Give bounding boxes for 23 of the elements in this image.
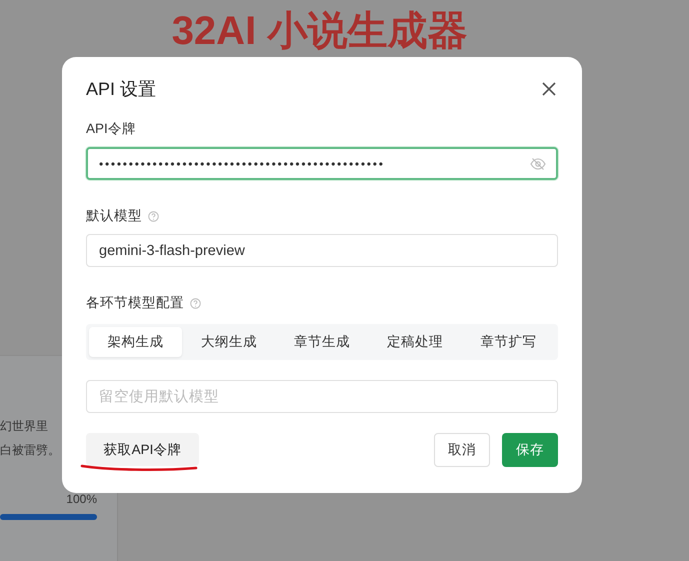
save-button[interactable]: 保存 — [502, 433, 558, 467]
stage-model-field[interactable]: 留空使用默认模型 — [86, 380, 558, 413]
get-token-button[interactable]: 获取API令牌 — [86, 433, 199, 466]
model-field[interactable]: gemini-3-flash-preview — [86, 234, 558, 267]
progress-reading: 100% — [66, 492, 97, 506]
stage-tab[interactable]: 章节扩写 — [462, 327, 556, 357]
close-icon[interactable] — [542, 82, 556, 96]
stage-tab[interactable]: 大纲生成 — [182, 327, 276, 357]
dialog-title: API 设置 — [86, 78, 156, 101]
help-icon[interactable] — [190, 298, 201, 308]
field-label: API令牌 — [86, 120, 136, 138]
field-label: 各环节模型配置 — [86, 294, 184, 312]
cancel-button[interactable]: 取消 — [434, 433, 490, 467]
stage-tab[interactable]: 章节生成 — [275, 327, 369, 357]
field-label: 默认模型 — [86, 207, 142, 225]
eye-slash-icon[interactable] — [530, 157, 546, 171]
help-icon[interactable] — [148, 210, 159, 222]
story-text: 幻世界里 — [0, 418, 49, 435]
token-field[interactable]: •••••••••••••••••••••••••••••••••••••••••••••••• — [86, 147, 558, 180]
story-text: 白被雷劈。 — [0, 442, 60, 459]
stage-tab[interactable]: 架构生成 — [89, 327, 182, 357]
page-title: 32AI 小说生成器 — [172, 8, 468, 55]
stage-tab[interactable]: 定稿处理 — [368, 327, 462, 357]
